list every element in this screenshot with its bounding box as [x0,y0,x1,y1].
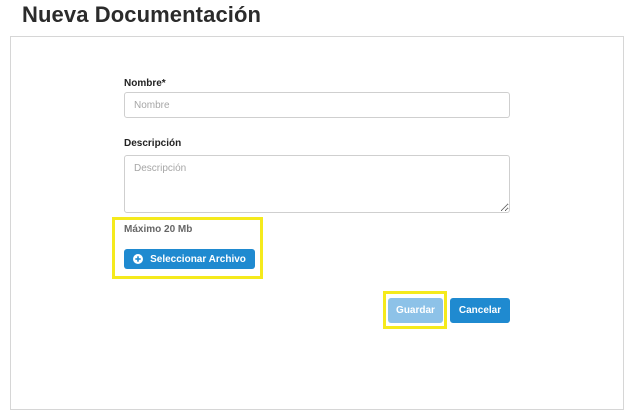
description-label: Descripción [124,138,182,149]
description-textarea[interactable] [124,155,510,213]
name-label: Nombre* [124,78,166,89]
page-title: Nueva Documentación [22,2,262,27]
plus-circle-icon [133,254,144,264]
max-size-note: Máximo 20 Mb [124,224,193,235]
name-input[interactable] [124,92,510,118]
select-file-button[interactable]: Seleccionar Archivo [124,249,255,269]
cancel-button[interactable]: Cancelar [450,298,510,323]
select-file-label: Seleccionar Archivo [150,253,246,265]
save-button[interactable]: Guardar [388,298,443,323]
